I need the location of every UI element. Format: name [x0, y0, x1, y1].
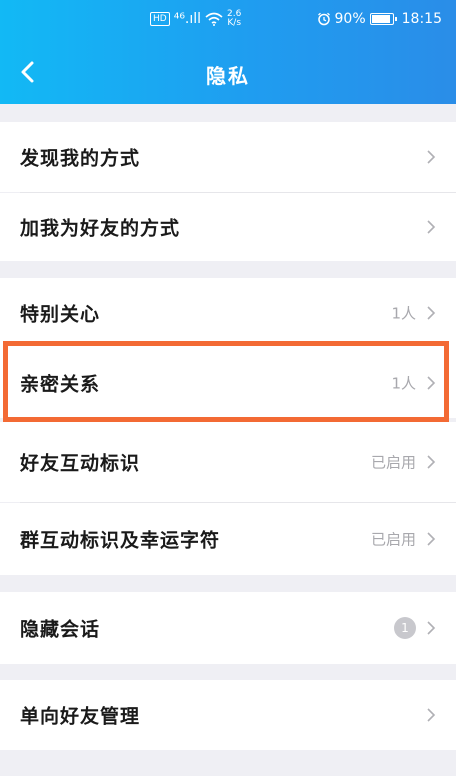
chevron-right-icon	[427, 150, 436, 164]
row-value: 已启用	[370, 453, 416, 472]
status-bar-right: 90% 18:15	[317, 11, 442, 27]
row-one-way-friends[interactable]: 单向好友管理	[0, 680, 456, 750]
row-label: 亲密关系	[20, 373, 101, 396]
row-add-friend-method[interactable]: 加我为好友的方式	[0, 193, 456, 261]
chevron-right-icon	[427, 708, 436, 722]
signal-icon: ⁴⁶.ıll	[173, 11, 202, 27]
row-intimate-relation[interactable]: 亲密关系 1人	[0, 348, 456, 418]
row-label: 好友互动标识	[20, 452, 141, 475]
row-value: 1人	[391, 304, 416, 323]
row-friend-interaction-badge[interactable]: 好友互动标识 已启用	[0, 422, 456, 502]
app-header: HD ⁴⁶.ıll 2.6 K/s 90% 18:15 隐私	[0, 0, 456, 104]
hd-icon: HD	[150, 12, 170, 26]
page-title: 隐私	[206, 64, 250, 88]
row-label: 群互动标识及幸运字符	[20, 529, 221, 552]
wifi-icon	[205, 12, 223, 26]
net-speed-unit: K/s	[227, 18, 242, 28]
row-hidden-chats[interactable]: 隐藏会话 1	[0, 592, 456, 664]
row-group-interaction-badge[interactable]: 群互动标识及幸运字符 已启用	[0, 503, 456, 575]
row-label: 发现我的方式	[20, 147, 141, 170]
row-label: 单向好友管理	[20, 705, 141, 728]
nav-bar: 隐私	[0, 40, 456, 104]
row-value: 1人	[391, 374, 416, 393]
battery-percent: 90%	[334, 11, 366, 27]
status-bar: HD ⁴⁶.ıll 2.6 K/s 90% 18:15	[0, 0, 456, 40]
chevron-right-icon	[427, 621, 436, 635]
row-discover-me[interactable]: 发现我的方式	[0, 122, 456, 192]
status-bar-left: HD ⁴⁶.ıll 2.6 K/s	[150, 10, 241, 28]
chevron-right-icon	[427, 306, 436, 320]
chevron-right-icon	[427, 220, 436, 234]
row-label: 特别关心	[20, 303, 101, 326]
count-badge: 1	[394, 617, 416, 639]
row-label: 隐藏会话	[20, 618, 101, 641]
row-special-care[interactable]: 特别关心 1人	[0, 278, 456, 348]
clock-time: 18:15	[401, 11, 442, 27]
chevron-right-icon	[427, 376, 436, 390]
row-label: 加我为好友的方式	[20, 217, 181, 240]
net-speed: 2.6 K/s	[227, 10, 241, 28]
alarm-icon	[317, 12, 330, 26]
battery-icon	[369, 13, 397, 25]
chevron-right-icon	[427, 455, 436, 469]
chevron-right-icon	[427, 532, 436, 546]
row-value: 已启用	[370, 530, 416, 549]
